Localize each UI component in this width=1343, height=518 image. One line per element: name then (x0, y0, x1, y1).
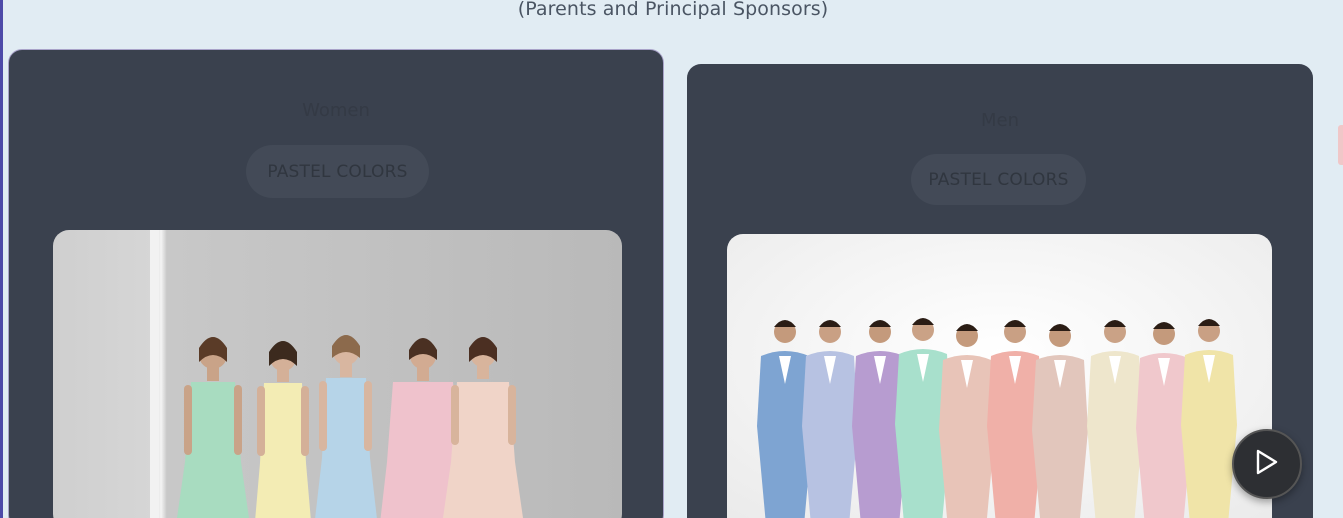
play-button[interactable] (1232, 429, 1302, 499)
section-subtitle: (Parents and Principal Sponsors) (517, 0, 829, 20)
edge-tab (1338, 125, 1343, 165)
women-attire-card: Women PASTEL COLORS (8, 49, 664, 518)
women-pastel-gowns-photo (53, 230, 622, 518)
pastel-colors-badge-women: PASTEL COLORS (246, 145, 429, 198)
card-title-women: Women (302, 100, 370, 121)
card-title-men: Men (980, 110, 1019, 131)
men-pastel-suits-photo (727, 234, 1272, 518)
men-attire-card: Men PASTEL COLORS (687, 64, 1313, 518)
play-icon (1254, 448, 1280, 480)
pastel-colors-badge-men: PASTEL COLORS (911, 154, 1086, 205)
